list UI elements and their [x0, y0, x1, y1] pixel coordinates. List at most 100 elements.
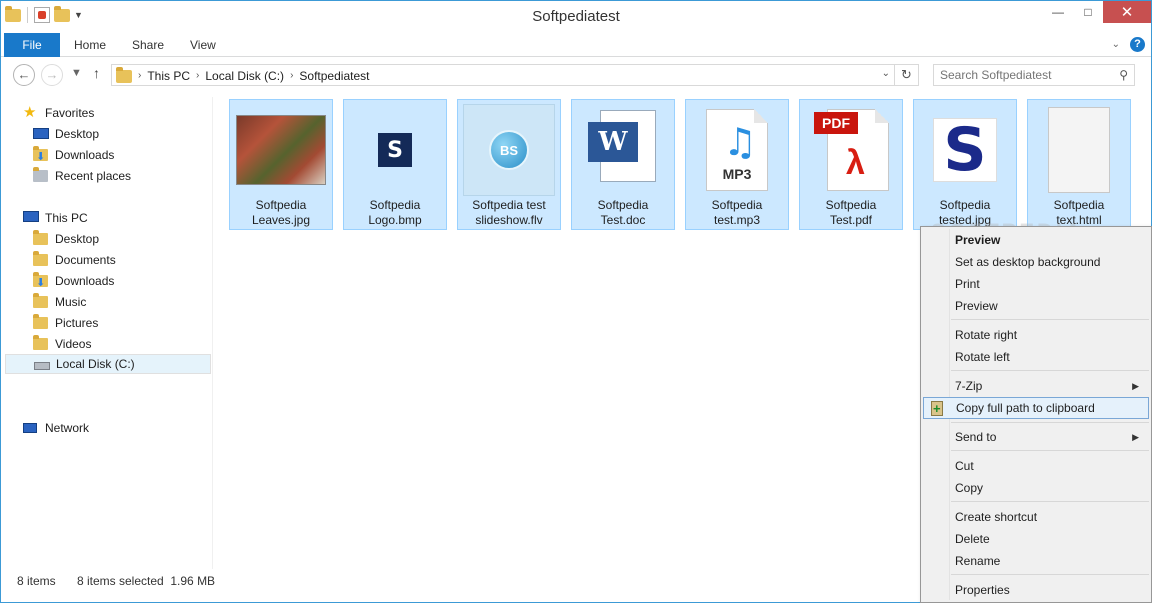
menu-item-preview[interactable]: Preview — [923, 295, 1149, 317]
nav-label: Pictures — [55, 316, 99, 330]
close-button[interactable]: ✕ — [1103, 1, 1151, 23]
file-name: Softpedia Test.doc — [597, 198, 649, 227]
file-tile[interactable]: S Softpedia Logo.bmp — [343, 99, 447, 230]
maximize-button[interactable]: □ — [1073, 1, 1103, 23]
nav-label: Network — [45, 421, 90, 435]
address-bar[interactable]: › This PC › Local Disk (C:) › Softpediat… — [111, 64, 919, 86]
menu-item-cut[interactable]: Cut — [923, 455, 1149, 477]
menu-item-7zip[interactable]: 7-Zip ▶ — [923, 375, 1149, 397]
nav-favorites[interactable]: ★ Favorites — [23, 103, 94, 123]
up-arrow-icon[interactable]: ↑ — [93, 65, 100, 81]
menu-separator — [951, 501, 1149, 502]
file-tile[interactable]: PDF λ Softpedia Test.pdf — [799, 99, 903, 230]
nav-recent-places[interactable]: Recent places — [33, 166, 131, 186]
breadcrumb-softpediatest[interactable]: Softpediatest — [299, 69, 369, 83]
chevron-right-icon[interactable]: › — [290, 70, 293, 81]
menu-item-rotate-right[interactable]: Rotate right — [923, 324, 1149, 346]
back-button[interactable]: ← — [13, 64, 35, 86]
downloads-icon: ⬇ — [33, 272, 49, 289]
chevron-right-icon[interactable]: › — [138, 70, 141, 81]
submenu-arrow-icon: ▶ — [1132, 381, 1139, 391]
nav-label: Recent places — [55, 169, 132, 183]
desktop-icon — [33, 126, 49, 142]
expand-ribbon-icon[interactable]: ⌄ — [1112, 39, 1120, 50]
chevron-down-icon[interactable]: ⌄ — [882, 68, 890, 79]
bs-player-icon: BS — [462, 104, 556, 196]
nav-pc-pictures[interactable]: Pictures — [33, 313, 98, 333]
refresh-icon[interactable]: ↻ — [894, 65, 918, 85]
search-box[interactable]: ⚲ — [933, 64, 1135, 86]
chevron-right-icon[interactable]: › — [196, 70, 199, 81]
search-icon[interactable]: ⚲ — [1119, 68, 1128, 82]
menu-item-copy-full-path[interactable]: Copy full path to clipboard — [923, 397, 1149, 419]
file-tile[interactable]: Softpedia text.html — [1027, 99, 1131, 230]
file-tile[interactable]: BS Softpedia test slideshow.flv — [457, 99, 561, 230]
breadcrumb-this-pc[interactable]: This PC — [147, 69, 190, 83]
photo-thumbnail — [234, 104, 328, 196]
nav-pc-documents[interactable]: Documents — [33, 250, 116, 270]
pdf-file-icon: PDF λ — [804, 104, 898, 196]
navigation-bar: ← → ▼ ↑ › This PC › Local Disk (C:) › So… — [1, 57, 1151, 93]
menu-item-delete[interactable]: Delete — [923, 528, 1149, 550]
menu-separator — [951, 574, 1149, 575]
menu-item-rotate-left[interactable]: Rotate left — [923, 346, 1149, 368]
nav-label: Documents — [55, 253, 116, 267]
tab-share[interactable]: Share — [132, 33, 164, 57]
nav-pc-downloads[interactable]: ⬇ Downloads — [33, 271, 114, 291]
tab-view[interactable]: View — [190, 33, 216, 57]
item-count: 8 items — [17, 574, 56, 588]
file-tile[interactable]: W Softpedia Test.doc — [571, 99, 675, 230]
file-name: Softpedia Logo.bmp — [368, 198, 422, 227]
ribbon-right-controls: ⌄ ? — [1112, 37, 1145, 52]
menu-separator — [951, 422, 1149, 423]
nav-network[interactable]: Network — [23, 418, 89, 438]
star-icon: ★ — [23, 104, 37, 121]
menu-item-set-desktop-background[interactable]: Set as desktop background — [923, 251, 1149, 273]
nav-favorites-desktop[interactable]: Desktop — [33, 124, 99, 144]
nav-favorites-downloads[interactable]: ⬇ Downloads — [33, 145, 114, 165]
tab-file[interactable]: File — [4, 33, 60, 57]
menu-item-preview-default[interactable]: Preview — [923, 229, 1149, 251]
nav-local-disk[interactable]: Local Disk (C:) — [5, 354, 211, 374]
menu-item-print[interactable]: Print — [923, 273, 1149, 295]
music-icon — [33, 293, 49, 310]
file-tile[interactable]: S Softpedia tested.jpg — [913, 99, 1017, 230]
nav-label: Desktop — [55, 127, 100, 141]
search-input[interactable] — [940, 68, 1110, 82]
menu-item-create-shortcut[interactable]: Create shortcut — [923, 506, 1149, 528]
menu-item-copy[interactable]: Copy — [923, 477, 1149, 499]
network-icon — [23, 420, 39, 436]
downloads-icon: ⬇ — [33, 146, 49, 163]
file-tile[interactable]: Softpedia Leaves.jpg — [229, 99, 333, 230]
nav-pc-music[interactable]: Music — [33, 292, 86, 312]
disk-drive-icon — [34, 356, 50, 372]
menu-item-rename[interactable]: Rename — [923, 550, 1149, 572]
navigation-pane: ★ Favorites Desktop ⬇ Downloads Recent p… — [5, 97, 213, 569]
mp3-file-icon: ♫ MP3 — [690, 104, 784, 196]
ribbon-tabs: File Home Share View ⌄ ? — [1, 33, 1151, 57]
nav-label: Downloads — [55, 274, 115, 288]
menu-item-send-to[interactable]: Send to ▶ — [923, 426, 1149, 448]
nav-this-pc[interactable]: This PC — [23, 208, 88, 228]
nav-pc-videos[interactable]: Videos — [33, 334, 91, 354]
html-file-icon — [1032, 104, 1126, 196]
nav-label: Favorites — [45, 106, 95, 120]
softpedia-logo-large-icon: S — [918, 104, 1012, 196]
minimize-button[interactable]: — — [1043, 1, 1073, 23]
nav-pc-desktop[interactable]: Desktop — [33, 229, 99, 249]
file-name: Softpedia Leaves.jpg — [251, 198, 311, 227]
menu-item-properties[interactable]: Properties — [923, 579, 1149, 601]
file-tile[interactable]: ♫ MP3 Softpedia test.mp3 — [685, 99, 789, 230]
forward-button[interactable]: → — [41, 64, 63, 86]
nav-label: Videos — [55, 337, 92, 351]
file-name: Softpedia test slideshow.flv — [472, 198, 546, 227]
tab-home[interactable]: Home — [74, 33, 106, 57]
documents-icon — [33, 251, 49, 268]
help-icon[interactable]: ? — [1130, 37, 1145, 52]
menu-separator — [951, 450, 1149, 451]
context-menu: Preview Set as desktop background Print … — [920, 226, 1152, 603]
window-title: Softpediatest — [532, 8, 620, 25]
selection-info: 8 items selected 1.96 MB — [77, 574, 216, 588]
recent-locations-icon[interactable]: ▼ — [71, 67, 82, 79]
breadcrumb-local-disk[interactable]: Local Disk (C:) — [205, 69, 284, 83]
